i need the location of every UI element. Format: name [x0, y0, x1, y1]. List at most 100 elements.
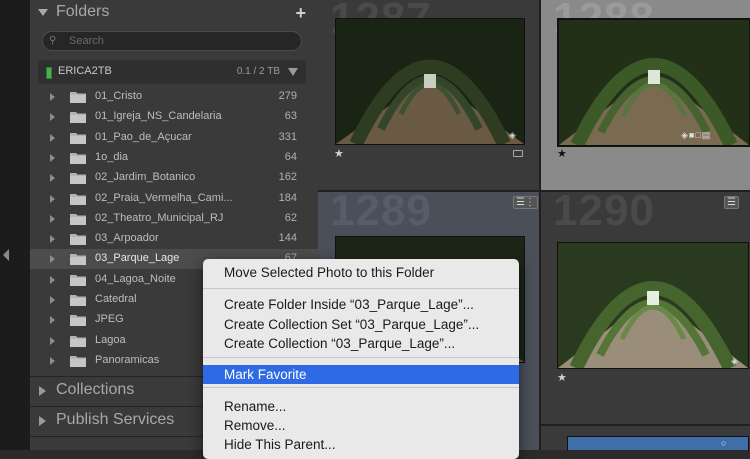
volume-name: ERICA2TB: [58, 65, 112, 77]
star-rating-icon[interactable]: ★: [557, 147, 567, 160]
folder-icon: [70, 234, 86, 246]
menu-separator: [203, 288, 519, 289]
disclosure-triangle-icon[interactable]: [50, 153, 55, 162]
menu-hide-this-parent-item[interactable]: Hide This Parent...: [203, 435, 519, 454]
star-rating-icon[interactable]: ★: [334, 147, 344, 160]
folder-search-box[interactable]: ⚲: [42, 31, 302, 51]
disclosure-triangle-icon[interactable]: [50, 93, 55, 101]
folder-icon: [70, 274, 86, 286]
folder-name: 02_Theatro_Municipal_RJ: [95, 211, 224, 224]
folder-icon: [70, 173, 86, 185]
menu-item-label: Create Collection “03_Parque_Lage”...: [224, 336, 456, 351]
folder-photo-count: 162: [278, 171, 297, 184]
collapsed-triangle-icon[interactable]: [39, 416, 46, 426]
folders-panel-header[interactable]: Folders +: [30, 0, 318, 28]
folder-photo-count: 62: [284, 211, 297, 224]
folder-icon: [70, 193, 86, 205]
folder-row[interactable]: 01_Igreja_NS_Candelaria 63: [30, 107, 318, 127]
disclosure-triangle-icon[interactable]: [50, 174, 55, 183]
photo-cell[interactable]: 1290 ☰ ◈ ★: [541, 192, 750, 424]
keyword-badge-icon: ◈: [731, 356, 739, 366]
folder-name: 02_Jardim_Botanico: [95, 171, 196, 184]
folders-title: Folders: [56, 3, 110, 20]
folder-row[interactable]: 03_Arpoador 144: [30, 229, 318, 249]
photo-cell-partial[interactable]: ○: [541, 426, 750, 450]
folder-row[interactable]: 02_Jardim_Botanico 162: [30, 168, 318, 188]
star-rating-icon[interactable]: ★: [557, 371, 567, 384]
menu-remove-item[interactable]: Remove...: [203, 416, 519, 435]
disclosure-triangle-icon[interactable]: [50, 336, 55, 345]
folder-name: Catedral: [95, 293, 137, 305]
volume-size: 0.1 / 2 TB: [236, 66, 280, 77]
photo-thumbnail[interactable]: [335, 18, 525, 145]
folder-name: Lagoa: [95, 333, 126, 346]
folder-search-input[interactable]: [67, 33, 291, 49]
flag-icon[interactable]: [513, 150, 523, 157]
volume-status-indicator-icon: [46, 67, 52, 79]
collections-title: Collections: [56, 381, 135, 398]
menu-create-folder-inside-item[interactable]: Create Folder Inside “03_Parque_Lage”...: [203, 295, 519, 314]
folder-photo-count: 184: [278, 191, 297, 204]
disclosure-triangle-icon[interactable]: [50, 235, 55, 244]
disclosure-triangle-icon[interactable]: [50, 133, 55, 142]
publish-services-title: Publish Services: [56, 411, 175, 428]
disclosure-triangle-icon[interactable]: [50, 275, 55, 284]
folder-name: 03_Arpoador: [95, 232, 159, 245]
photo-cell-selected[interactable]: 1288 ◈■□▤ ★: [541, 0, 750, 190]
folder-row[interactable]: 1o_dia 64: [30, 148, 318, 168]
disclosure-triangle-icon[interactable]: [50, 194, 55, 203]
disclosure-triangle-icon[interactable]: [50, 296, 55, 304]
add-folder-plus-icon[interactable]: +: [295, 3, 306, 24]
stack-badge-icon[interactable]: ☰⋮: [513, 196, 538, 209]
folder-icon: [70, 315, 86, 327]
expand-triangle-icon[interactable]: [38, 9, 48, 16]
folder-row[interactable]: 01_Cristo 279: [30, 87, 318, 107]
menu-move-photo-to-folder-item[interactable]: Move Selected Photo to this Folder: [203, 263, 519, 282]
left-edge-strip: [0, 0, 30, 450]
folder-name: JPEG: [95, 313, 124, 326]
folder-name: 1o_dia: [95, 150, 129, 163]
folder-icon: [70, 213, 86, 225]
menu-create-collection-item[interactable]: Create Collection “03_Parque_Lage”...: [203, 334, 519, 353]
volume-menu-triangle-icon[interactable]: [288, 68, 298, 76]
volume-row[interactable]: ERICA2TB 0.1 / 2 TB: [38, 60, 306, 84]
folder-context-menu: Move Selected Photo to this Folder Create…: [203, 259, 519, 459]
arch-walkway-image: [559, 20, 749, 145]
folder-row[interactable]: 01_Pao_de_Açucar 331: [30, 128, 318, 148]
disclosure-triangle-icon[interactable]: [50, 255, 55, 264]
menu-item-label: Remove...: [224, 418, 286, 433]
collapsed-triangle-icon[interactable]: [39, 386, 46, 396]
arch-walkway-image: [558, 243, 748, 368]
folder-icon: [70, 254, 86, 266]
folder-row[interactable]: 02_Praia_Vermelha_Cami... 184: [30, 189, 318, 209]
folder-photo-count: 279: [278, 90, 297, 102]
disclosure-triangle-icon[interactable]: [50, 316, 55, 325]
photo-cell[interactable]: 1287 ★ ◈: [318, 0, 539, 190]
menu-item-label: Move Selected Photo to this Folder: [224, 265, 435, 280]
folder-icon: [70, 295, 86, 306]
arch-walkway-image: [336, 19, 524, 144]
photo-thumbnail[interactable]: [557, 18, 750, 147]
folder-icon: [70, 92, 86, 103]
folder-icon: [70, 112, 86, 124]
menu-create-collection-set-item[interactable]: Create Collection Set “03_Parque_Lage”..…: [203, 315, 519, 334]
folder-name: Panoramicas: [95, 353, 160, 366]
disclosure-triangle-icon[interactable]: [50, 356, 55, 365]
search-icon: ⚲: [49, 35, 57, 46]
folder-name: 04_Lagoa_Noite: [95, 272, 176, 285]
folder-photo-count: 63: [284, 110, 297, 123]
folder-name: 02_Praia_Vermelha_Cami...: [95, 191, 233, 204]
disclosure-triangle-icon[interactable]: [50, 214, 55, 223]
photo-number: 1290: [553, 192, 655, 235]
menu-mark-favorite-item[interactable]: Mark Favorite: [203, 365, 519, 384]
collapse-left-arrow-icon[interactable]: [3, 249, 9, 261]
folder-name: 01_Cristo: [95, 90, 143, 102]
folder-row[interactable]: 02_Theatro_Municipal_RJ 62: [30, 209, 318, 229]
photo-thumbnail[interactable]: [557, 242, 749, 369]
menu-rename-item[interactable]: Rename...: [203, 397, 519, 416]
disclosure-triangle-icon[interactable]: [50, 113, 55, 122]
folder-photo-count: 144: [278, 232, 297, 245]
keyword-badge-icon: ◈: [509, 130, 517, 140]
metadata-badges-icon: ◈■□▤: [681, 130, 712, 140]
stack-badge-icon[interactable]: ☰: [724, 196, 739, 209]
